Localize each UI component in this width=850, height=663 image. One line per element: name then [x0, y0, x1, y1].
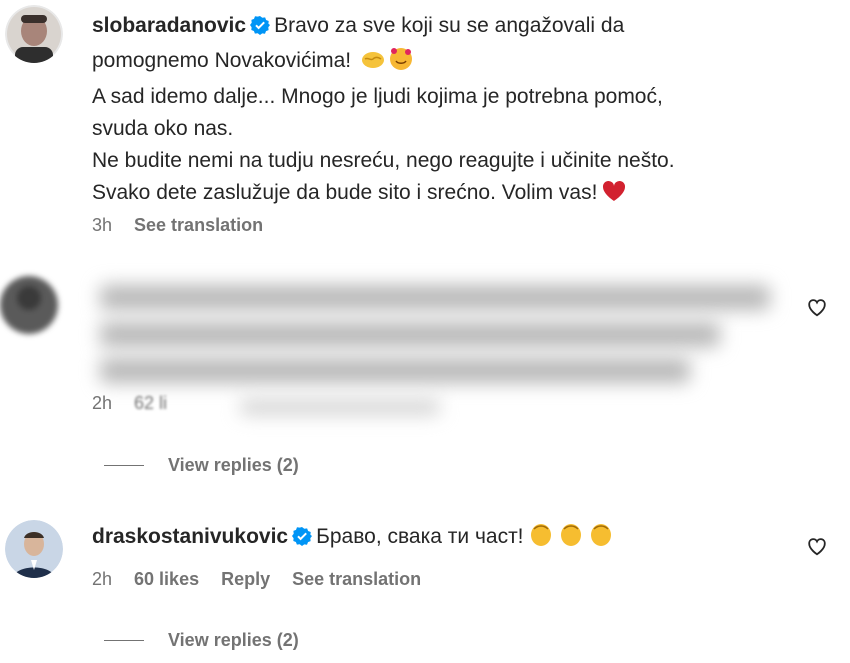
red-heart-emoji-icon	[601, 179, 627, 213]
comment-line: A sad idemo dalje... Mnogo je ljudi koji…	[92, 85, 663, 108]
comment-line: Bravo za sve koji su se angažovali da	[274, 14, 625, 37]
blurred-comment-text	[100, 322, 720, 347]
see-translation-link[interactable]: See translation	[292, 569, 421, 590]
username[interactable]: slobaradanovic	[92, 14, 246, 37]
reply-button[interactable]: Reply	[221, 569, 270, 590]
clapping-hands-emoji-icon	[558, 521, 584, 557]
comment-line: Ne budite nemi na tudju nesreću, nego re…	[92, 149, 675, 172]
view-replies-button[interactable]: View replies (2)	[104, 455, 299, 476]
comment-time: 2h	[92, 569, 113, 589]
comment-body: slobaradanovic Bravo za sve koji su se an…	[92, 10, 812, 213]
verified-badge-icon	[250, 13, 271, 45]
handshake-emoji-icon	[361, 47, 385, 81]
comment-line: Браво, свака ти част!	[316, 525, 524, 548]
avatar[interactable]	[5, 520, 63, 578]
comment-body: draskostanivukovic Браво, свака ти част!	[92, 521, 614, 557]
view-replies-label: View replies (2)	[168, 630, 299, 650]
verified-badge-icon	[292, 524, 313, 556]
clapping-hands-emoji-icon	[588, 521, 614, 557]
comment-meta: 3h See translation	[92, 215, 263, 236]
heart-outline-icon[interactable]	[806, 535, 828, 557]
avatar[interactable]	[0, 276, 58, 334]
comment-time: 2h	[92, 393, 113, 413]
clapping-hands-emoji-icon	[528, 521, 554, 557]
divider-line	[104, 640, 144, 641]
comment-time: 3h	[92, 215, 113, 235]
comment-meta: 2h 62 li	[92, 393, 167, 414]
view-replies-label: View replies (2)	[168, 455, 299, 475]
blurred-comment-text	[100, 358, 690, 383]
like-count[interactable]: 60 likes	[134, 569, 199, 590]
see-translation-link[interactable]: See translation	[134, 215, 263, 236]
comment-line: svuda oko nas.	[92, 117, 234, 140]
view-replies-button[interactable]: View replies (2)	[104, 630, 299, 651]
blurred-comment-text	[100, 285, 770, 310]
like-count[interactable]: 62 li	[134, 393, 167, 414]
comment-line: pomognemo Novakovićima!	[92, 49, 352, 72]
divider-line	[104, 465, 144, 466]
comment-meta: 2h 60 likes Reply See translation	[92, 569, 421, 590]
username[interactable]: draskostanivukovic	[92, 525, 288, 548]
smiling-face-hearts-emoji-icon	[389, 47, 413, 81]
blurred-meta	[240, 399, 440, 415]
heart-outline-icon[interactable]	[806, 296, 828, 318]
avatar[interactable]	[5, 5, 63, 63]
comment-line: Svako dete zaslužuje da bude sito i sreć…	[92, 181, 598, 204]
